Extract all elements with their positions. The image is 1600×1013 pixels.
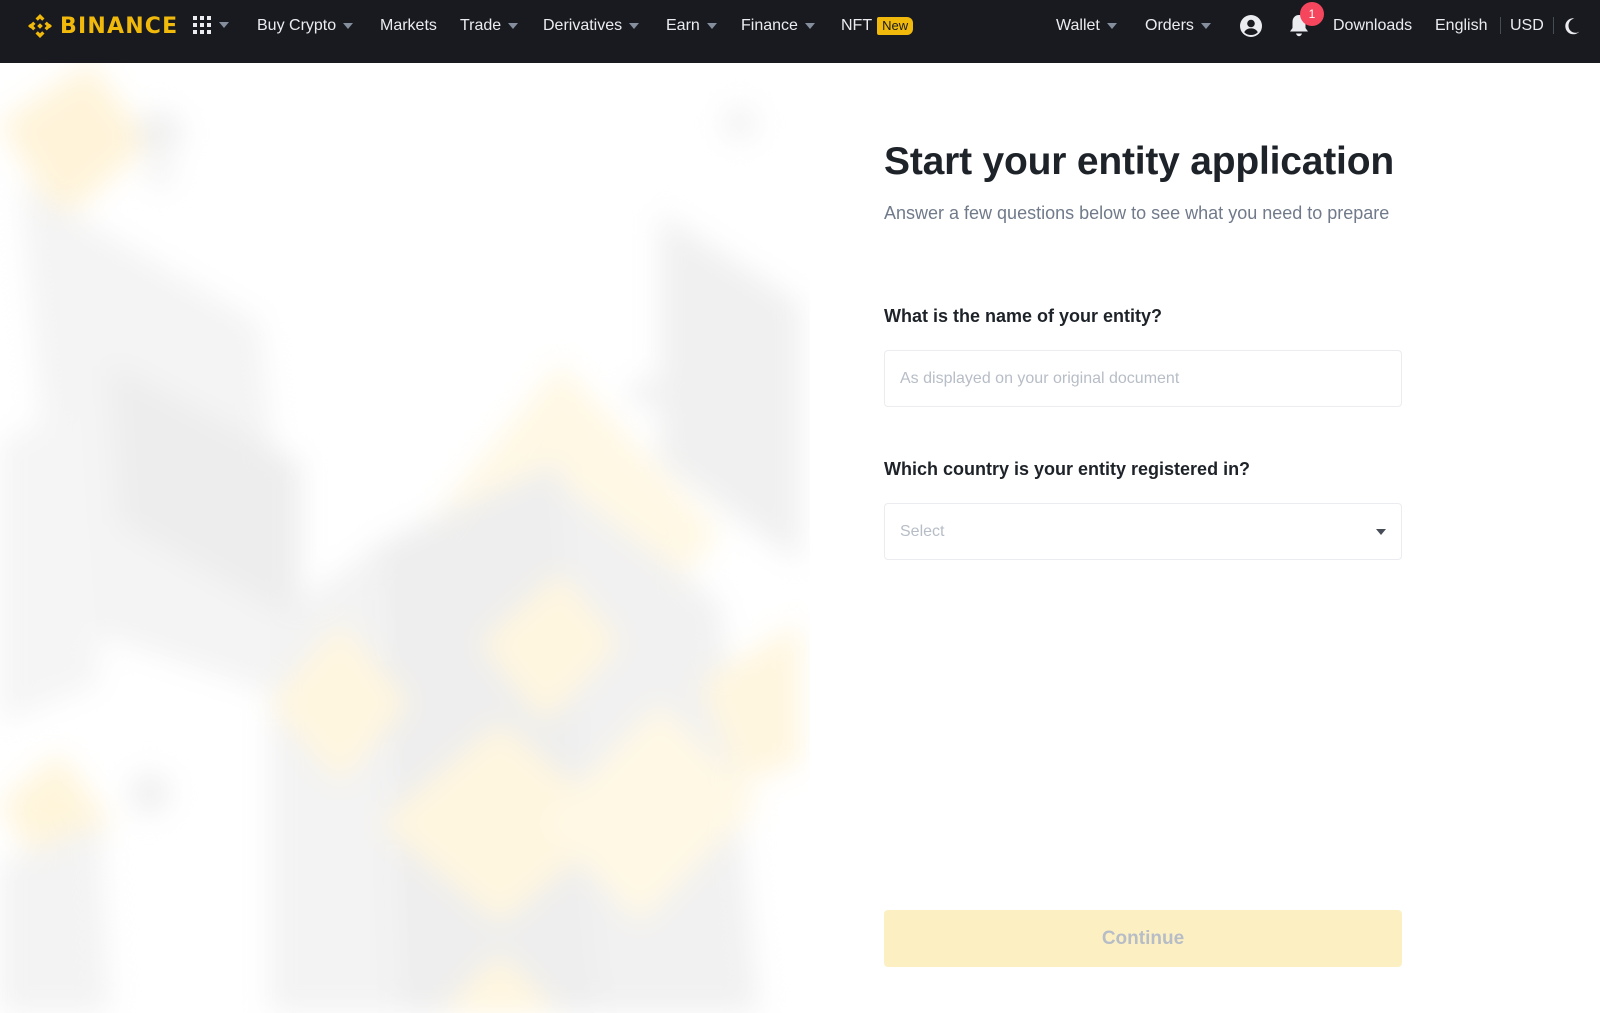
chevron-down-icon bbox=[343, 23, 354, 29]
country-select[interactable]: Select bbox=[884, 503, 1402, 560]
account-button[interactable] bbox=[1239, 14, 1263, 43]
nav-derivatives[interactable]: Derivatives bbox=[543, 14, 640, 38]
theme-toggle-button[interactable] bbox=[1563, 17, 1581, 40]
nav-divider bbox=[1553, 17, 1554, 34]
nav-wallet[interactable]: Wallet bbox=[1056, 14, 1117, 38]
chevron-down-icon bbox=[706, 23, 717, 29]
chevron-down-icon bbox=[804, 23, 815, 29]
chevron-down-icon bbox=[1106, 23, 1117, 29]
entity-name-field[interactable] bbox=[884, 350, 1402, 407]
currency-label: USD bbox=[1510, 17, 1544, 34]
new-badge: New bbox=[877, 17, 914, 35]
user-icon bbox=[1240, 15, 1262, 37]
apps-menu-button[interactable] bbox=[192, 14, 229, 36]
nav-divider bbox=[1500, 17, 1501, 34]
decorative-blocks-illustration bbox=[0, 63, 800, 1013]
binance-logo[interactable]: BINANCE bbox=[25, 11, 178, 41]
top-navigation-bar: BINANCE Buy Crypto Markets Trade Derivat… bbox=[0, 0, 1600, 63]
language-selector[interactable]: English bbox=[1435, 14, 1487, 38]
nav-earn[interactable]: Earn bbox=[666, 14, 717, 38]
brand-name: BINANCE bbox=[60, 13, 179, 39]
nav-wallet-label: Wallet bbox=[1056, 17, 1100, 34]
nav-trade-label: Trade bbox=[460, 17, 502, 34]
entity-name-input[interactable] bbox=[900, 369, 1386, 388]
page-subtitle: Answer a few questions below to see what… bbox=[884, 203, 1390, 223]
nav-downloads-label: Downloads bbox=[1333, 17, 1413, 34]
chevron-down-icon bbox=[219, 22, 229, 28]
nav-orders-label: Orders bbox=[1145, 17, 1194, 34]
chevron-down-icon bbox=[629, 23, 640, 29]
nav-derivatives-label: Derivatives bbox=[543, 17, 623, 34]
nav-nft[interactable]: NFT New bbox=[841, 14, 914, 38]
nav-nft-label: NFT bbox=[841, 17, 873, 34]
binance-logo-icon bbox=[28, 14, 52, 38]
apps-grid-icon bbox=[193, 16, 211, 34]
moon-icon bbox=[1565, 18, 1580, 35]
nav-earn-label: Earn bbox=[666, 17, 700, 34]
continue-button[interactable]: Continue bbox=[884, 910, 1402, 967]
background-illustration bbox=[0, 63, 810, 1013]
nav-trade[interactable]: Trade bbox=[460, 14, 519, 38]
country-select-placeholder: Select bbox=[900, 522, 945, 540]
language-label: English bbox=[1435, 17, 1488, 34]
nav-buy-crypto-label: Buy Crypto bbox=[257, 17, 337, 34]
chevron-down-icon bbox=[1200, 23, 1211, 29]
nav-markets-label: Markets bbox=[380, 17, 437, 34]
chevron-down-icon bbox=[1376, 528, 1386, 535]
nav-finance-label: Finance bbox=[741, 17, 798, 34]
entity-name-label: What is the name of your entity? bbox=[884, 306, 1163, 326]
country-label: Which country is your entity registered … bbox=[884, 459, 1251, 479]
nav-orders[interactable]: Orders bbox=[1145, 14, 1211, 38]
currency-selector[interactable]: USD bbox=[1510, 14, 1544, 38]
chevron-down-icon bbox=[508, 23, 519, 29]
nav-markets[interactable]: Markets bbox=[380, 14, 437, 38]
nav-downloads[interactable]: Downloads bbox=[1333, 14, 1412, 38]
nav-finance[interactable]: Finance bbox=[741, 14, 815, 38]
page-title: Start your entity application bbox=[884, 140, 1394, 183]
nav-buy-crypto[interactable]: Buy Crypto bbox=[257, 14, 354, 38]
notification-count-badge: 1 bbox=[1300, 2, 1324, 26]
